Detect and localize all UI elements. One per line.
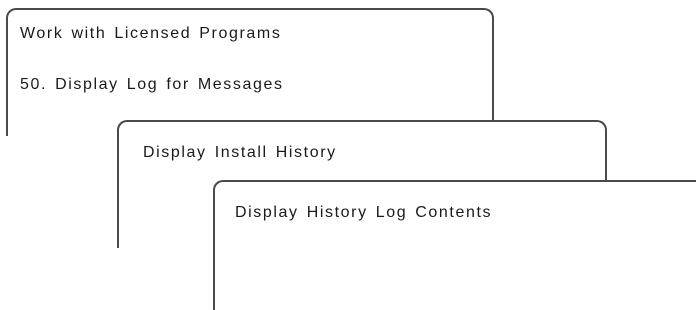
menu-option-display-log: 50. Display Log for Messages bbox=[20, 76, 284, 93]
panel-display-history-log-contents: Display History Log Contents bbox=[213, 180, 696, 310]
panel-title: Display History Log Contents bbox=[235, 204, 493, 221]
panel-work-with-licensed-programs: Work with Licensed Programs 50. Display … bbox=[6, 8, 494, 136]
panel-title: Work with Licensed Programs bbox=[20, 25, 282, 42]
panel-title: Display Install History bbox=[143, 144, 337, 161]
